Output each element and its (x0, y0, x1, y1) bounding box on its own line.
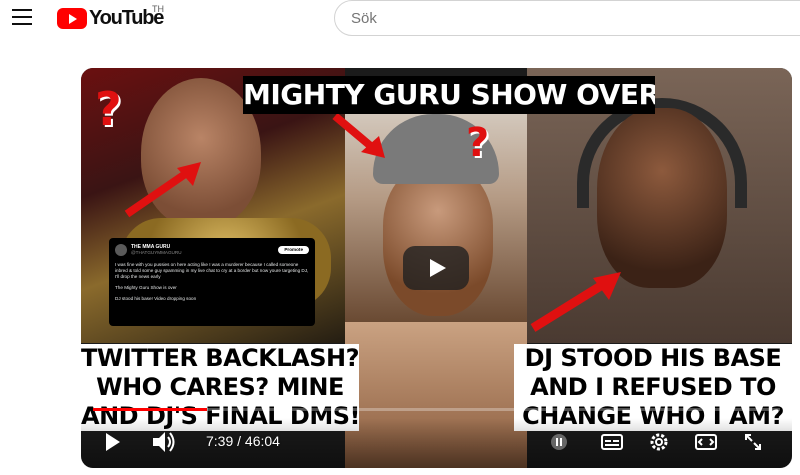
tweet-promote-badge: Promote (278, 246, 309, 254)
tweet-body: I was fine with you pussies on here acti… (115, 262, 309, 279)
time-display: 7:39 / 46:04 (206, 433, 280, 449)
pause-icon (551, 434, 567, 450)
volume-icon (153, 432, 175, 452)
red-arrow-icon (332, 112, 385, 158)
youtube-logo[interactable]: YouTube (57, 6, 164, 30)
subtitles-button[interactable] (600, 430, 624, 454)
caption-line: DJ STOOD HIS BASE (514, 344, 792, 373)
settings-button[interactable] (647, 430, 671, 454)
tweet-handle: @THATGUYMMAGURU (131, 250, 182, 255)
question-mark-icon: ? (466, 120, 490, 166)
subtitles-icon (601, 434, 623, 450)
miniplayer-button[interactable] (694, 430, 718, 454)
current-time: 7:39 (206, 433, 234, 449)
question-mark-icon: ? (95, 82, 122, 136)
volume-button[interactable] (151, 430, 177, 454)
youtube-play-logo-icon (57, 7, 87, 29)
video-player[interactable]: ? ? MIGHTY GURU SHOW OVER! THE MMA GURU … (81, 68, 792, 468)
fullscreen-button[interactable] (741, 430, 765, 454)
tweet-card: THE MMA GURU @THATGUYMMAGURU Promote I w… (109, 238, 315, 326)
caption-line: TWITTER BACKLASH? (81, 344, 360, 373)
thumbnail-title: MIGHTY GURU SHOW OVER! (243, 76, 655, 114)
progress-bar[interactable] (93, 408, 780, 411)
caption-line: AND I REFUSED TO (514, 373, 792, 402)
miniplayer-icon (695, 434, 717, 450)
gear-icon (650, 433, 668, 451)
large-play-button[interactable] (403, 246, 469, 290)
pause-button[interactable] (547, 430, 571, 454)
tweet-line: DJ stood his base! Video dropping soon (115, 296, 197, 301)
player-controls: 7:39 / 46:04 (81, 418, 792, 468)
time-separator: / (237, 433, 242, 449)
country-code: TH (152, 4, 164, 14)
duration: 46:04 (244, 433, 280, 449)
play-button[interactable] (103, 430, 123, 454)
progress-bar-played (93, 408, 208, 411)
tweet-line: The Mighty Guru Show is over (115, 285, 177, 290)
masthead: YouTube TH (0, 0, 800, 36)
caption-line: WHO CARES? MINE (81, 373, 359, 402)
menu-icon[interactable] (12, 9, 32, 25)
search-input[interactable] (334, 0, 800, 36)
fullscreen-icon (745, 434, 761, 450)
avatar (115, 244, 127, 256)
red-arrow-icon (530, 272, 621, 332)
red-arrow-icon (124, 162, 201, 218)
